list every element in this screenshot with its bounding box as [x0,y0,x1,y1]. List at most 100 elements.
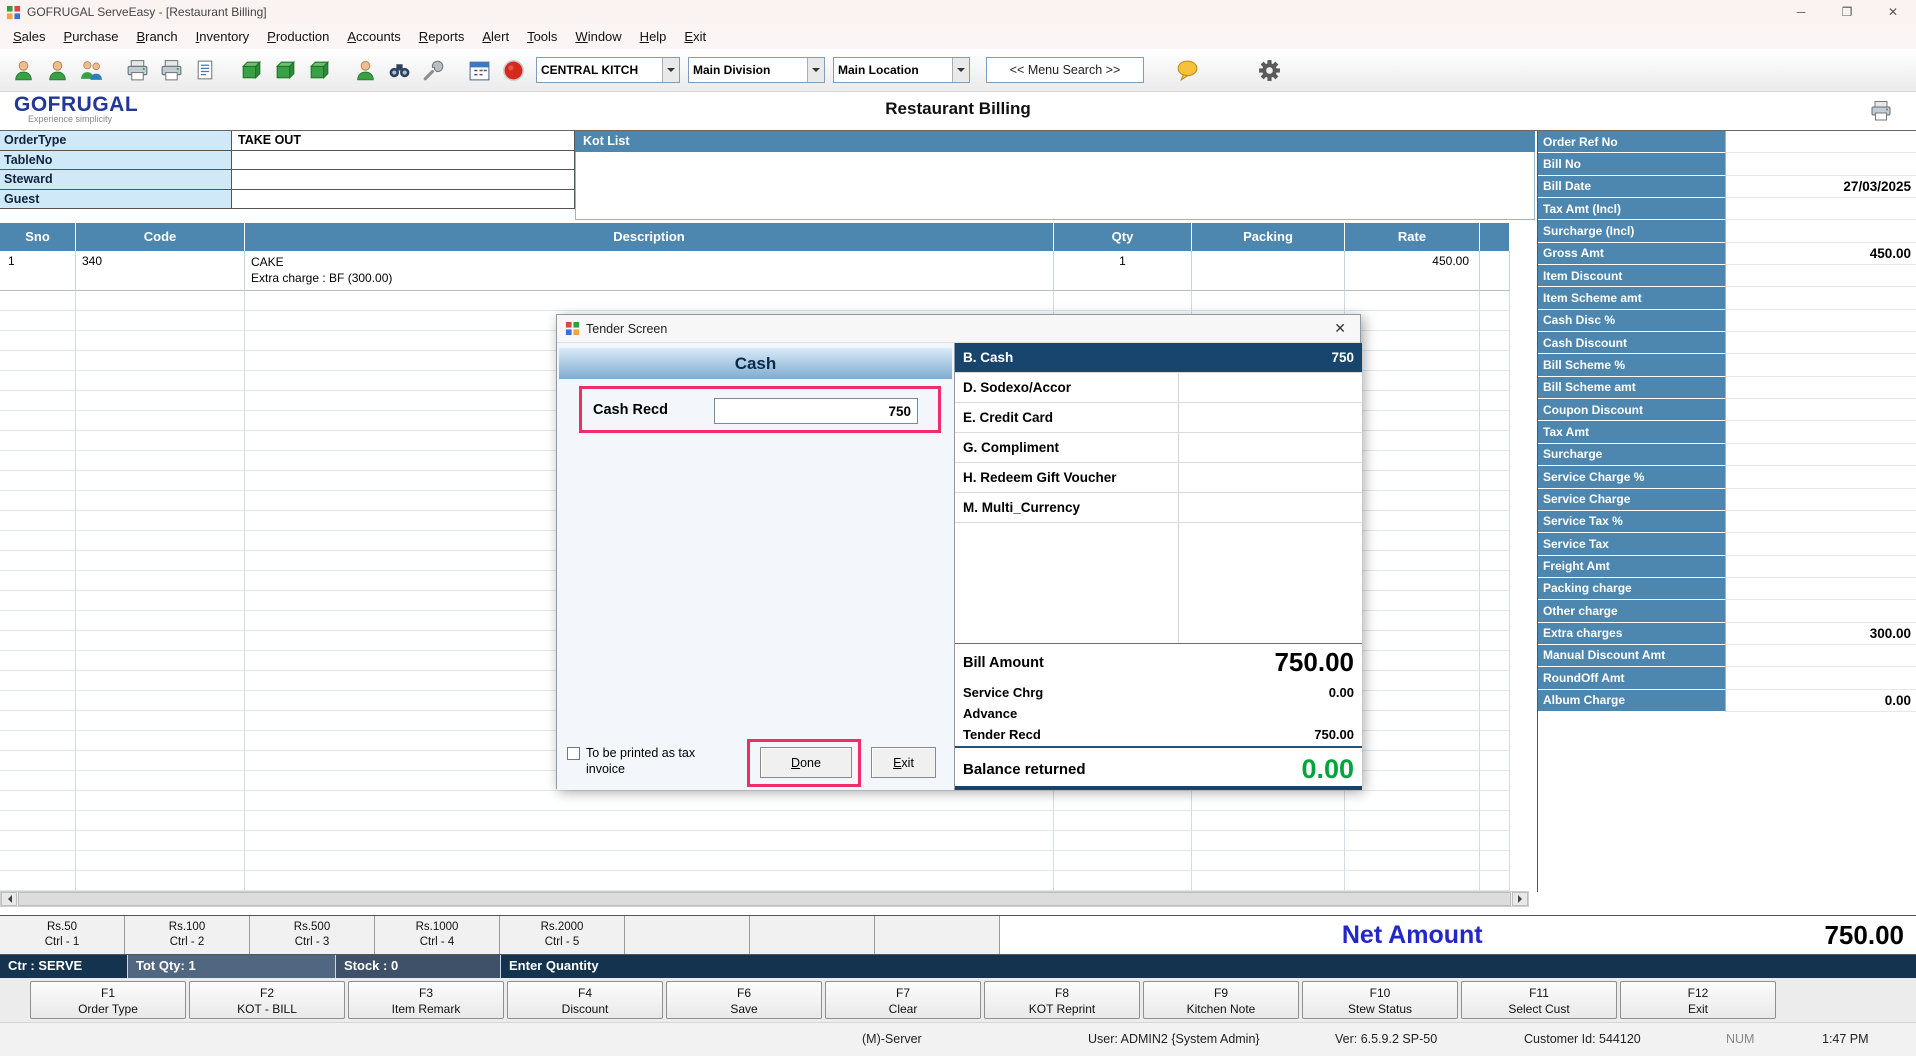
exit-button[interactable]: Exit [871,747,936,778]
denomination-button[interactable]: Rs.2000 Ctrl - 5 [500,916,625,954]
col-header-sno[interactable]: Sno [0,223,76,251]
tender-option[interactable]: D. Sodexo/Accor [955,373,1362,403]
summary-value[interactable]: 450.00 [1725,243,1916,265]
tender-option[interactable]: B. Cash 750 [955,343,1362,373]
tax-invoice-checkbox[interactable] [567,747,580,760]
chevron-down-icon[interactable] [662,58,679,82]
function-key-button[interactable]: F9 Kitchen Note [1143,981,1299,1019]
division-select[interactable]: Main Division [688,57,825,83]
tax-invoice-option[interactable]: To be printed as tax invoice [567,745,727,777]
item-edit-icon[interactable] [270,54,300,86]
menu-item[interactable]: Tools [518,29,566,44]
location-select[interactable]: Main Location [833,57,970,83]
done-button[interactable]: Done [760,747,852,778]
function-key-button[interactable]: F8 KOT Reprint [984,981,1140,1019]
denomination-button[interactable]: Rs.1000 Ctrl - 4 [375,916,500,954]
summary-value[interactable] [1725,287,1916,309]
menu-item[interactable]: Help [631,29,676,44]
menu-search-input[interactable]: << Menu Search >> [986,57,1144,83]
function-key-button[interactable]: F6 Save [666,981,822,1019]
menu-item[interactable]: Reports [410,29,474,44]
summary-value[interactable] [1725,556,1916,578]
menu-item[interactable]: Exit [675,29,715,44]
summary-value[interactable] [1725,354,1916,376]
maximize-icon[interactable]: ❐ [1824,0,1870,24]
summary-value[interactable]: 0.00 [1725,690,1916,712]
item-group-icon[interactable] [304,54,334,86]
menu-item[interactable]: Sales [4,29,55,44]
summary-value[interactable] [1725,511,1916,533]
summary-value[interactable] [1725,310,1916,332]
print-preview-icon[interactable] [156,54,186,86]
kot-list-body[interactable] [575,152,1535,220]
chevron-down-icon[interactable] [807,58,824,82]
stop-record-icon[interactable] [498,54,528,86]
menu-item[interactable]: Window [566,29,630,44]
menu-item[interactable]: Inventory [187,29,259,44]
new-entry-icon[interactable] [8,54,38,86]
document-icon[interactable] [190,54,220,86]
denomination-button[interactable]: Rs.100 Ctrl - 2 [125,916,250,954]
dialog-close-icon[interactable]: ✕ [1334,320,1346,337]
summary-value[interactable]: 300.00 [1725,623,1916,645]
col-header-description[interactable]: Description [245,223,1054,251]
col-header-rate[interactable]: Rate [1345,223,1480,251]
col-header-code[interactable]: Code [76,223,245,251]
order-info-value[interactable]: TAKE OUT [232,131,575,151]
item-add-icon[interactable] [236,54,266,86]
summary-value[interactable] [1725,578,1916,600]
edit-entry-icon[interactable] [42,54,72,86]
calendar-icon[interactable] [464,54,494,86]
summary-value[interactable] [1725,153,1916,175]
summary-value[interactable] [1725,667,1916,689]
col-header-qty[interactable]: Qty [1054,223,1192,251]
order-info-value[interactable] [232,170,575,190]
user-icon[interactable] [350,54,380,86]
function-key-button[interactable]: F2 KOT - BILL [189,981,345,1019]
customers-icon[interactable] [76,54,106,86]
menu-item[interactable]: Alert [473,29,518,44]
function-key-button[interactable]: F10 Stew Status [1302,981,1458,1019]
scroll-left-icon[interactable] [1,892,17,906]
tender-option[interactable]: M. Multi_Currency [955,493,1362,523]
tender-option[interactable]: H. Redeem Gift Voucher [955,463,1362,493]
function-key-button[interactable]: F4 Discount [507,981,663,1019]
scrollbar-thumb[interactable] [18,892,1511,906]
function-key-button[interactable]: F1 Order Type [30,981,186,1019]
summary-value[interactable] [1725,600,1916,622]
summary-value[interactable] [1725,220,1916,242]
function-key-button[interactable]: F12 Exit [1620,981,1776,1019]
summary-value[interactable] [1725,421,1916,443]
order-info-value[interactable] [232,151,575,171]
denomination-button[interactable]: Rs.500 Ctrl - 3 [250,916,375,954]
scroll-right-icon[interactable] [1512,892,1528,906]
tools-wrench-icon[interactable] [418,54,448,86]
denomination-button[interactable]: Rs.50 Ctrl - 1 [0,916,125,954]
kitchen-select[interactable]: CENTRAL KITCH [536,57,680,83]
summary-value[interactable] [1725,265,1916,287]
summary-value[interactable] [1725,444,1916,466]
tender-dialog-titlebar[interactable]: Tender Screen ✕ [557,315,1360,343]
summary-value[interactable] [1725,489,1916,511]
gear-icon[interactable] [1254,54,1284,86]
cash-received-input[interactable] [714,398,918,424]
function-key-button[interactable]: F7 Clear [825,981,981,1019]
tender-option[interactable]: E. Credit Card [955,403,1362,433]
menu-item[interactable]: Branch [127,29,186,44]
summary-value[interactable] [1725,645,1916,667]
summary-value[interactable] [1725,332,1916,354]
horizontal-scrollbar[interactable] [0,891,1529,907]
print-icon[interactable] [122,54,152,86]
summary-value[interactable] [1725,466,1916,488]
summary-value[interactable] [1725,198,1916,220]
close-icon[interactable]: ✕ [1870,0,1916,24]
print-bill-icon[interactable] [1868,99,1894,123]
menu-item[interactable]: Purchase [55,29,128,44]
summary-value[interactable] [1725,533,1916,555]
chevron-down-icon[interactable] [952,58,969,82]
menu-item[interactable]: Accounts [338,29,409,44]
summary-value[interactable] [1725,377,1916,399]
menu-item[interactable]: Production [258,29,338,44]
table-row[interactable]: 1 340 CAKE Extra charge : BF (300.00) 1 … [0,251,1510,291]
function-key-button[interactable]: F3 Item Remark [348,981,504,1019]
